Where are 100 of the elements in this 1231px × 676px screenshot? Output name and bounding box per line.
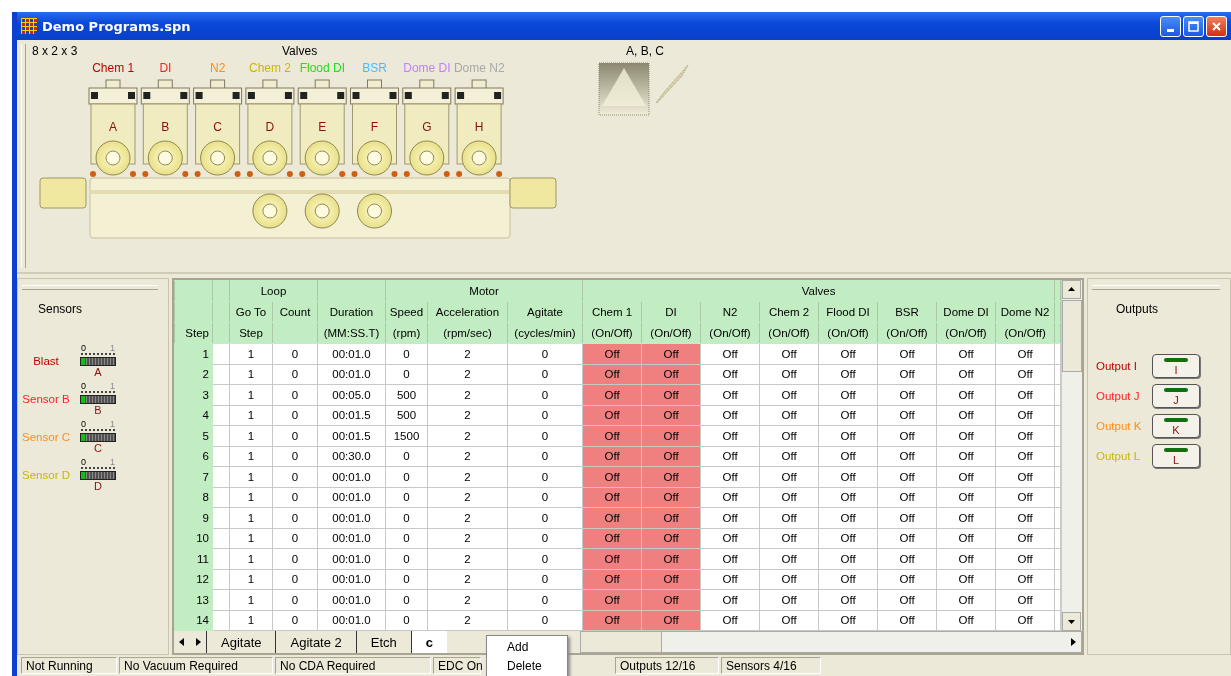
table-cell: 2	[427, 384, 508, 405]
table-cell: Off	[759, 384, 819, 405]
table-cell: 0	[507, 384, 583, 405]
table-cell: 0	[385, 364, 428, 385]
table-cell: Off	[759, 405, 819, 426]
table-cell: 00:30.0	[317, 446, 386, 467]
table-cell: Off	[995, 343, 1055, 364]
column-group-header: Valves	[582, 280, 1055, 302]
sensor-letter: C	[94, 442, 102, 454]
table-cell: 0	[507, 589, 583, 610]
scrollbar-thumb[interactable]	[1062, 300, 1082, 372]
table-cell: Off	[877, 466, 937, 487]
table-cell: 0	[507, 405, 583, 426]
manifold-config-label: 8 x 2 x 3	[32, 44, 79, 58]
table-cell: 2	[427, 487, 508, 508]
sheet-tab[interactable]: c	[410, 631, 448, 653]
table-cell: 0	[507, 343, 583, 364]
table-cell: 0	[385, 507, 428, 528]
table-cell: Off	[818, 589, 878, 610]
table-cell: 00:01.0	[317, 569, 386, 590]
row-header: 2	[174, 364, 213, 385]
table-cell: Off	[759, 466, 819, 487]
vertical-scrollbar[interactable]	[1061, 280, 1082, 631]
table-cell: Off	[936, 507, 996, 528]
table-cell: 0	[507, 548, 583, 569]
table-cell: 00:01.0	[317, 507, 386, 528]
menu-item[interactable]: Add	[487, 638, 567, 657]
table-cell: Off	[700, 446, 760, 467]
scroll-up-icon[interactable]	[1062, 280, 1082, 299]
close-icon	[1210, 19, 1223, 33]
table-cell: 00:01.0	[317, 343, 386, 364]
horizontal-scrollbar[interactable]	[580, 631, 1082, 653]
sheet-tab[interactable]: Etch	[355, 631, 411, 653]
minimize-button[interactable]	[1160, 15, 1181, 37]
table-cell: Off	[995, 405, 1055, 426]
valves-heading: Valves	[282, 44, 318, 58]
table-cell: Off	[995, 610, 1055, 631]
table-cell: 1	[229, 405, 273, 426]
valve-label: Dome N2	[453, 61, 506, 75]
table-cell: Off	[936, 384, 996, 405]
table-cell: 00:01.0	[317, 487, 386, 508]
table-cell: 2	[427, 343, 508, 364]
table-cell: 00:01.0	[317, 466, 386, 487]
table-cell: 00:01.5	[317, 425, 386, 446]
row-header: 1	[174, 343, 213, 364]
column-group-header: Motor	[385, 280, 583, 302]
table-cell: Off	[995, 528, 1055, 549]
output-toggle-button[interactable]: K	[1152, 414, 1200, 438]
table-cell: Off	[818, 569, 878, 590]
table-cell: 0	[385, 548, 428, 569]
table-cell: Off	[759, 610, 819, 631]
table-cell: Off	[877, 487, 937, 508]
row-header: 3	[174, 384, 213, 405]
table-cell: Off	[936, 446, 996, 467]
output-toggle-button[interactable]: I	[1152, 354, 1200, 378]
table-cell: Off	[877, 405, 937, 426]
table-cell: Off	[995, 589, 1055, 610]
table-cell: Off	[759, 343, 819, 364]
sensor-letter: D	[94, 480, 102, 492]
table-cell: 0	[272, 446, 318, 467]
table-cell: Off	[877, 548, 937, 569]
table-cell: 2	[427, 548, 508, 569]
table-cell: 00:01.0	[317, 364, 386, 385]
window-title: Demo Programs.spn	[42, 18, 191, 34]
table-cell: 1	[229, 343, 273, 364]
table-cell: Off	[936, 343, 996, 364]
table-cell: Off	[700, 528, 760, 549]
table-cell: Off	[877, 528, 937, 549]
table-cell: Off	[700, 548, 760, 569]
row-header: 11	[174, 548, 213, 569]
table-cell: 00:01.0	[317, 548, 386, 569]
output-toggle-button[interactable]: J	[1152, 384, 1200, 408]
table-cell: Off	[936, 589, 996, 610]
table-cell: 0	[272, 610, 318, 631]
row-header: 5	[174, 425, 213, 446]
table-cell: Off	[818, 466, 878, 487]
table-cell: 0	[272, 507, 318, 528]
close-button[interactable]	[1206, 15, 1227, 37]
scroll-down-icon[interactable]	[1062, 612, 1082, 631]
sheet-tab[interactable]: Agitate 2	[275, 631, 356, 653]
table-cell: 1	[229, 466, 273, 487]
valve-label: N2	[209, 61, 227, 75]
menu-item[interactable]: Delete	[487, 657, 567, 676]
column-group-header: Loop	[229, 280, 318, 302]
maximize-button[interactable]	[1183, 15, 1204, 37]
table-cell: Off	[759, 446, 819, 467]
table-cell: Off	[759, 425, 819, 446]
table-cell: 0	[507, 487, 583, 508]
table-cell: Off	[995, 507, 1055, 528]
table-cell: 0	[507, 446, 583, 467]
valve-label: Dome DI	[402, 61, 452, 75]
table-cell: Off	[995, 569, 1055, 590]
scrollbar-thumb[interactable]	[581, 632, 662, 652]
output-toggle-button[interactable]: L	[1152, 444, 1200, 468]
minimize-icon	[1167, 28, 1174, 32]
sensor-label: Sensor C	[21, 431, 71, 443]
table-cell: Off	[700, 569, 760, 590]
sheet-tab[interactable]: Agitate	[206, 631, 276, 653]
table-cell: 0	[507, 528, 583, 549]
table-cell: 00:01.5	[317, 405, 386, 426]
